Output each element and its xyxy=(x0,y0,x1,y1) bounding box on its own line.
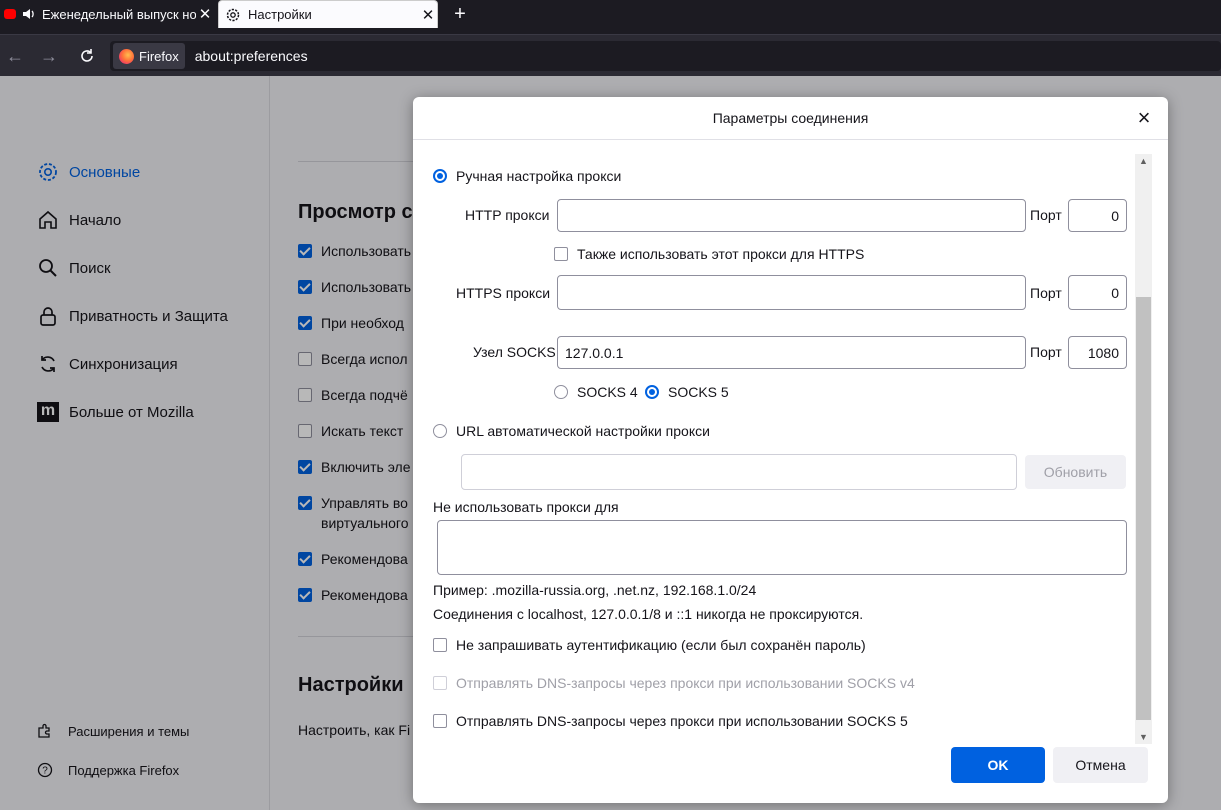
scroll-up-icon[interactable]: ▲ xyxy=(1135,154,1152,168)
socks-host-label: Узел SOCKS xyxy=(473,344,556,360)
example-text: Пример: .mozilla-russia.org, .net.nz, 19… xyxy=(433,582,757,598)
tab-youtube[interactable]: Еженедельный выпуск нов ✕ xyxy=(0,0,214,28)
no-proxy-textarea[interactable] xyxy=(437,520,1127,575)
scrollbar[interactable]: ▲ ▼ xyxy=(1135,154,1152,744)
dns-socks5-checkbox[interactable] xyxy=(433,714,447,728)
tab-bar: Еженедельный выпуск нов ✕ Настройки ✕ + xyxy=(0,0,1221,34)
dialog-title-divider xyxy=(413,139,1168,140)
back-button[interactable]: ← xyxy=(2,43,28,69)
https-proxy-input[interactable] xyxy=(557,275,1026,310)
also-https-checkbox[interactable] xyxy=(554,247,568,261)
dialog-title: Параметры соединения xyxy=(712,110,869,126)
tab-label: Еженедельный выпуск нов xyxy=(42,6,196,22)
dns-socks5-label: Отправлять DNS-запросы через прокси при … xyxy=(456,713,908,729)
forward-button[interactable]: → xyxy=(36,43,62,69)
http-port-input[interactable]: 0 xyxy=(1068,199,1127,232)
close-tab-icon[interactable]: ✕ xyxy=(419,6,437,24)
gear-icon xyxy=(225,7,241,23)
ok-button[interactable]: OK xyxy=(951,747,1045,783)
dns-socks4-label: Отправлять DNS-запросы через прокси при … xyxy=(456,675,915,691)
auto-proxy-url-radio[interactable] xyxy=(433,424,447,438)
https-port-input[interactable]: 0 xyxy=(1068,275,1127,310)
reload-button[interactable]: Обновить xyxy=(1025,455,1126,489)
manual-proxy-radio[interactable] xyxy=(433,169,447,183)
tab-settings[interactable]: Настройки ✕ xyxy=(218,0,438,28)
socks4-label: SOCKS 4 xyxy=(577,384,638,400)
identity-label: Firefox xyxy=(139,48,179,64)
socks-host-input[interactable]: 127.0.0.1 xyxy=(557,336,1026,369)
auto-proxy-url-input[interactable] xyxy=(461,454,1017,490)
https-proxy-label: HTTPS прокси xyxy=(456,285,551,301)
no-auth-label: Не запрашивать аутентификацию (если был … xyxy=(456,637,866,653)
socks-port-input[interactable]: 1080 xyxy=(1068,336,1127,369)
new-tab-button[interactable]: + xyxy=(450,2,470,26)
http-port-label: Порт xyxy=(1030,207,1062,223)
close-tab-icon[interactable]: ✕ xyxy=(196,5,214,23)
scrollbar-thumb[interactable] xyxy=(1136,297,1151,720)
socks-port-label: Порт xyxy=(1030,344,1062,360)
also-https-label: Также использовать этот прокси для HTTPS xyxy=(577,246,865,262)
manual-proxy-label: Ручная настройка прокси xyxy=(456,168,622,184)
http-proxy-label: HTTP прокси xyxy=(465,207,550,223)
dns-socks4-checkbox xyxy=(433,676,447,690)
navigation-bar: ← → Firefox about:preferences xyxy=(0,34,1221,77)
socks4-radio[interactable] xyxy=(554,385,568,399)
connection-settings-dialog: Параметры соединения × Ручная настройка … xyxy=(413,97,1168,803)
socks5-label: SOCKS 5 xyxy=(668,384,729,400)
url-bar[interactable]: Firefox about:preferences xyxy=(110,41,1221,71)
identity-box[interactable]: Firefox xyxy=(113,43,185,69)
url-text[interactable]: about:preferences xyxy=(195,48,308,64)
cancel-button[interactable]: Отмена xyxy=(1053,747,1148,783)
no-auth-checkbox[interactable] xyxy=(433,638,447,652)
scroll-down-icon[interactable]: ▼ xyxy=(1135,730,1152,744)
http-proxy-input[interactable] xyxy=(557,199,1026,232)
socks5-radio[interactable] xyxy=(645,385,659,399)
youtube-icon xyxy=(4,9,16,19)
no-proxy-label: Не использовать прокси для xyxy=(433,499,619,515)
tab-label: Настройки xyxy=(248,7,312,22)
auto-proxy-url-label: URL автоматической настройки прокси xyxy=(456,423,710,439)
reload-button[interactable] xyxy=(74,43,100,69)
firefox-logo-icon xyxy=(119,48,134,64)
close-icon[interactable]: × xyxy=(1131,105,1157,131)
speaker-icon[interactable] xyxy=(22,7,36,21)
localhost-text: Соединения с localhost, 127.0.0.1/8 и ::… xyxy=(433,606,864,622)
https-port-label: Порт xyxy=(1030,285,1062,301)
